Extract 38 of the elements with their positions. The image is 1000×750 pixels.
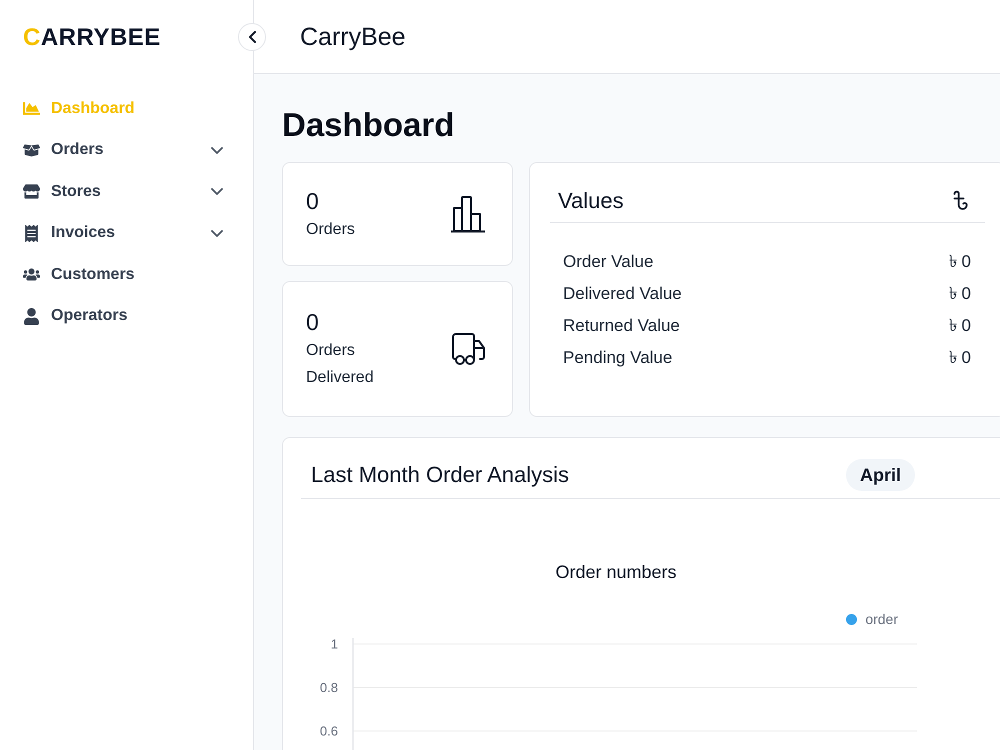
value-label: Pending Value — [563, 347, 672, 370]
sidebar-item[interactable]: Orders — [0, 130, 253, 171]
sidebar-item[interactable]: Customers — [0, 254, 253, 296]
page-heading: Dashboard — [282, 105, 456, 145]
area-chart-icon — [23, 100, 40, 118]
receipt-icon — [23, 224, 40, 242]
user-icon — [23, 308, 40, 325]
value-label: Delivered Value — [563, 283, 682, 306]
chart-title: Order numbers — [555, 562, 677, 582]
value-amount: ৳ 0 — [948, 283, 971, 306]
users-icon — [23, 266, 40, 284]
logo: CARRYBEE — [23, 23, 161, 53]
store-icon — [23, 183, 40, 200]
chevron-left-icon — [248, 31, 256, 43]
value-label: Returned Value — [563, 315, 680, 338]
analysis-title: Last Month Order Analysis — [311, 461, 570, 489]
month-pill[interactable]: April — [846, 459, 915, 491]
value-amount: ৳ 0 — [948, 315, 971, 338]
values-title: Values — [558, 186, 624, 214]
y-tick-label: 1 — [330, 636, 338, 652]
stat-label: Orders Delivered — [306, 341, 375, 388]
stat-label: Orders — [306, 220, 355, 240]
value-amount: ৳ 0 — [948, 347, 971, 370]
bar-chart-icon — [450, 195, 486, 233]
y-tick-label: 0.8 — [320, 680, 338, 695]
value-label: Order Value — [563, 251, 654, 274]
app-title: CarryBee — [300, 22, 406, 52]
sidebar-item[interactable]: Stores — [0, 171, 253, 212]
sidebar-item[interactable]: Invoices — [0, 212, 253, 254]
taka-icon — [953, 190, 968, 212]
stat-value: 0 — [306, 308, 320, 337]
stat-value: 0 — [306, 186, 320, 216]
value-amount: ৳ 0 — [948, 251, 971, 274]
truck-icon — [452, 332, 486, 366]
sidebar-item[interactable]: Operators — [0, 296, 253, 337]
open-box-icon — [23, 142, 40, 159]
legend-label: order — [865, 610, 898, 628]
y-tick-label: 0.6 — [320, 724, 338, 738]
